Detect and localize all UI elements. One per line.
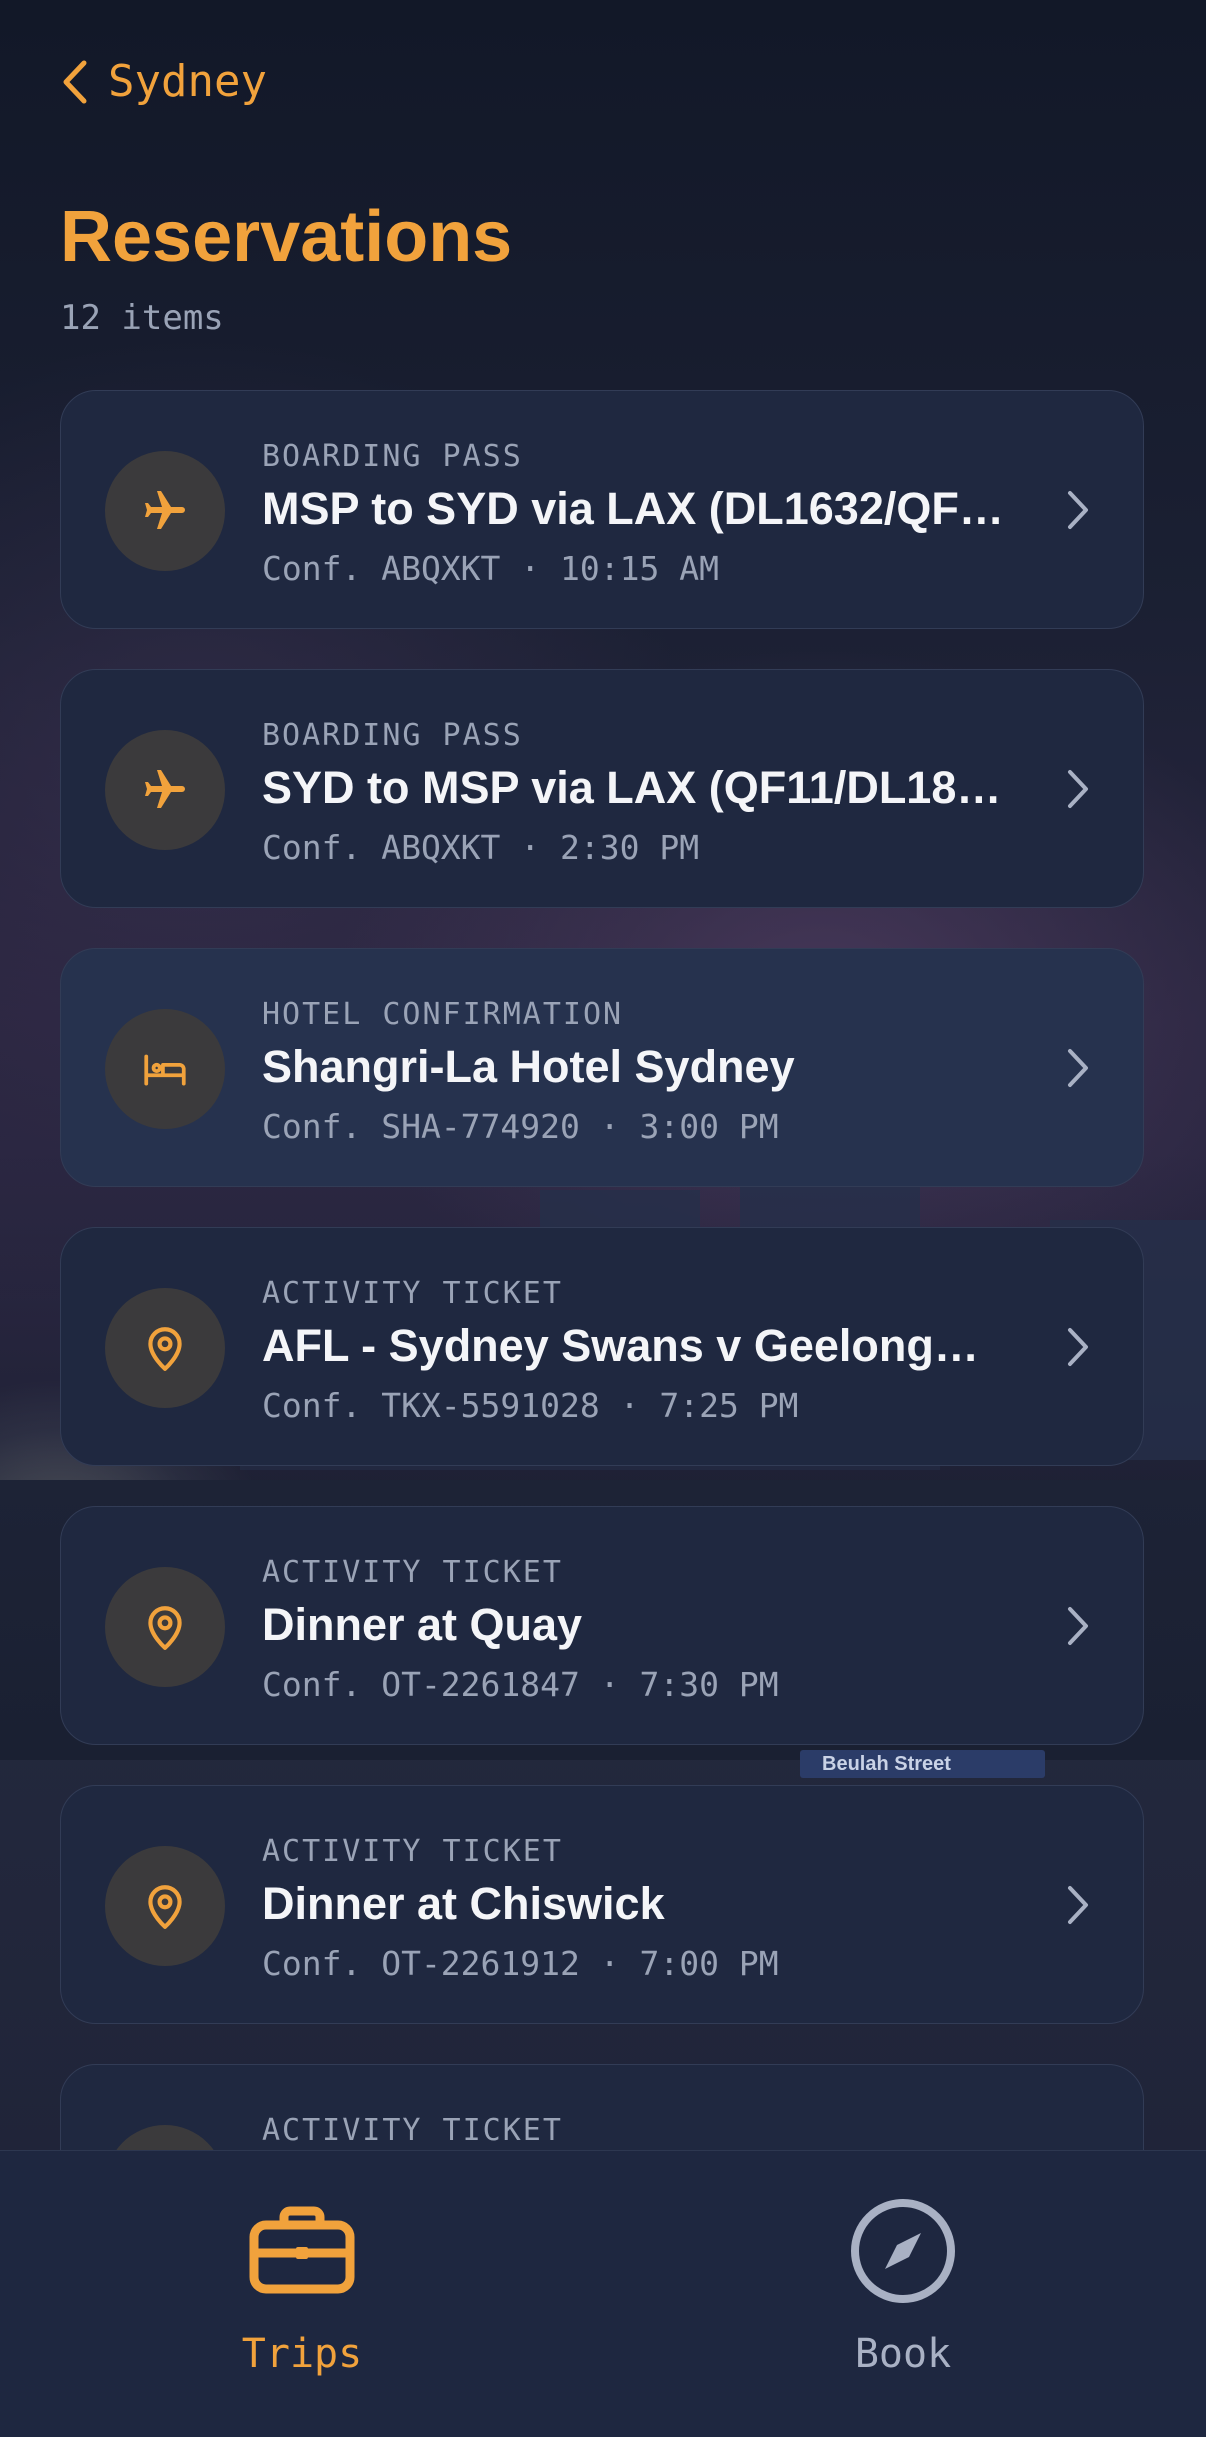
plane-icon [105, 451, 225, 571]
chevron-right-icon [1065, 1605, 1091, 1651]
tab-bar: Trips Book [0, 2150, 1206, 2437]
compass-icon [849, 2199, 957, 2309]
chevron-right-icon [1065, 768, 1091, 814]
reservation-meta: Conf. ABQXKT · 2:30 PM [262, 828, 700, 867]
reservation-type: BOARDING PASS [262, 718, 523, 753]
reservation-type: HOTEL CONFIRMATION [262, 997, 624, 1032]
chevron-right-icon [1065, 1884, 1091, 1930]
chevron-right-icon [1065, 1326, 1091, 1372]
reservation-list: BOARDING PASS MSP to SYD via LAX (DL1632… [60, 390, 1146, 2343]
tab-trips[interactable]: Trips [172, 2205, 432, 2377]
chevron-right-icon [1065, 1047, 1091, 1093]
reservation-title: Dinner at Quay [262, 1599, 583, 1650]
reservation-meta: Conf. SHA-774920 · 3:00 PM [262, 1107, 779, 1146]
reservation-title: SYD to MSP via LAX (QF11/DL18… [262, 762, 1002, 813]
reservation-card[interactable]: ACTIVITY TICKET AFL - Sydney Swans v Gee… [60, 1227, 1144, 1466]
reservation-meta: Conf. OT-2261912 · 7:00 PM [262, 1944, 779, 1983]
reservation-card[interactable]: BOARDING PASS MSP to SYD via LAX (DL1632… [60, 390, 1144, 629]
chevron-right-icon [1065, 489, 1091, 535]
location-pin-icon [105, 1288, 225, 1408]
reservation-type: BOARDING PASS [262, 439, 523, 474]
reservation-type: ACTIVITY TICKET [262, 1834, 563, 1869]
reservation-type: ACTIVITY TICKET [262, 2113, 563, 2148]
location-pin-icon [105, 1567, 225, 1687]
item-count: 12 items [60, 298, 224, 338]
back-label: Sydney [108, 56, 267, 107]
page-title: Reservations [60, 197, 513, 277]
reservation-card[interactable]: BOARDING PASS SYD to MSP via LAX (QF11/D… [60, 669, 1144, 908]
reservation-card[interactable]: HOTEL CONFIRMATION Shangri-La Hotel Sydn… [60, 948, 1144, 1187]
briefcase-icon [248, 2205, 356, 2301]
reservation-type: ACTIVITY TICKET [262, 1276, 563, 1311]
reservation-title: Dinner at Chiswick [262, 1878, 665, 1929]
reservation-title: Shangri-La Hotel Sydney [262, 1041, 795, 1092]
reservation-card[interactable]: ACTIVITY TICKET Dinner at Chiswick Conf.… [60, 1785, 1144, 2024]
reservation-meta: Conf. TKX-5591028 · 7:25 PM [262, 1386, 799, 1425]
tab-label: Book [854, 2331, 952, 2377]
bed-icon [105, 1009, 225, 1129]
tab-label: Trips [241, 2331, 363, 2377]
chevron-left-icon [60, 59, 88, 105]
reservation-card[interactable]: ACTIVITY TICKET Dinner at Quay Conf. OT-… [60, 1506, 1144, 1745]
back-button[interactable]: Sydney [60, 56, 267, 107]
plane-icon [105, 730, 225, 850]
reservation-title: AFL - Sydney Swans v Geelong… [262, 1320, 979, 1371]
tab-book[interactable]: Book [773, 2199, 1033, 2377]
reservation-type: ACTIVITY TICKET [262, 1555, 563, 1590]
reservation-title: MSP to SYD via LAX (DL1632/QF… [262, 483, 1004, 534]
location-pin-icon [105, 1846, 225, 1966]
reservation-meta: Conf. OT-2261847 · 7:30 PM [262, 1665, 779, 1704]
reservation-meta: Conf. ABQXKT · 10:15 AM [262, 549, 719, 588]
